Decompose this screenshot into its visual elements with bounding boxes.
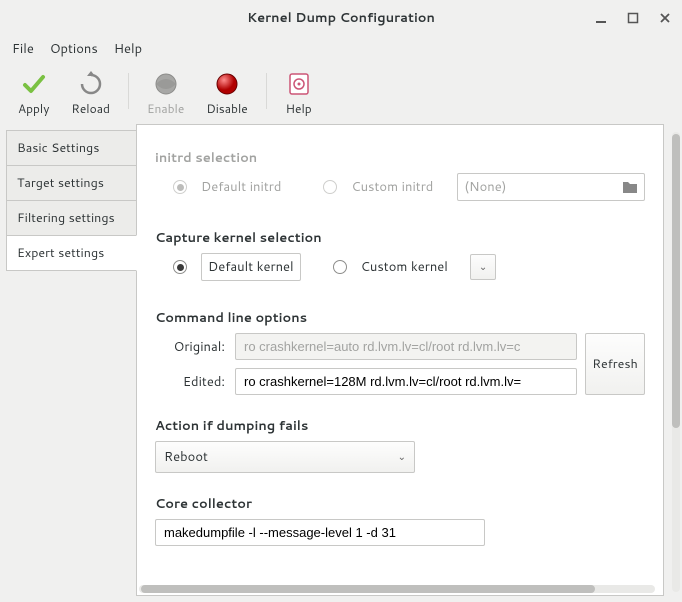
menu-help[interactable]: Help — [114, 40, 142, 58]
apply-button[interactable]: Apply — [10, 65, 57, 117]
minimize-button[interactable] — [592, 9, 610, 27]
menubar: File Options Help — [0, 36, 682, 62]
help-label: Help — [286, 100, 312, 117]
capture-default-label: Default kernel — [201, 253, 301, 281]
window-controls — [592, 0, 674, 36]
scrollbar-thumb[interactable] — [141, 585, 595, 593]
tab-expert-settings[interactable]: Expert settings — [6, 235, 137, 271]
checkmark-icon — [20, 70, 48, 98]
disable-button[interactable]: Disable — [198, 65, 255, 117]
initrd-file-chooser: (None) — [457, 173, 645, 201]
titlebar: Kernel Dump Configuration — [0, 0, 682, 36]
initrd-custom-label: Custom initrd — [351, 178, 433, 196]
cmdline-edited-field[interactable] — [235, 368, 577, 395]
close-button[interactable] — [656, 9, 674, 27]
initrd-row: Default initrd Custom initrd (None) — [155, 173, 645, 201]
scrollbar-thumb[interactable] — [672, 134, 680, 428]
maximize-button[interactable] — [624, 9, 642, 27]
reload-button[interactable]: Reload — [63, 65, 118, 117]
collector-heading: Core collector — [155, 495, 645, 513]
enable-label: Enable — [147, 100, 184, 117]
menu-options[interactable]: Options — [50, 40, 98, 58]
toolbar: Apply Reload Enable Disable Help — [0, 62, 682, 120]
refresh-label: Refresh — [592, 355, 638, 373]
capture-heading: Capture kernel selection — [155, 229, 645, 247]
help-icon — [285, 70, 313, 98]
capture-custom-label: Custom kernel — [361, 258, 448, 276]
enable-button: Enable — [139, 65, 192, 117]
toolbar-separator — [266, 73, 267, 109]
help-button[interactable]: Help — [277, 65, 321, 117]
folder-icon — [622, 180, 638, 194]
reload-icon — [77, 70, 105, 98]
cmdline-heading: Command line options — [155, 309, 645, 327]
toolbar-separator — [128, 73, 129, 109]
action-select[interactable]: Reboot ⌄ — [155, 441, 415, 473]
tab-basic-settings[interactable]: Basic Settings — [6, 130, 136, 166]
reload-label: Reload — [71, 100, 110, 117]
initrd-default-label: Default initrd — [201, 178, 281, 196]
chevron-down-icon: ⌄ — [479, 260, 487, 274]
initrd-heading: initrd selection — [155, 149, 645, 167]
cmdline-original-field — [235, 333, 577, 360]
capture-row: Default kernel Custom kernel ⌄ — [155, 253, 645, 281]
initrd-default-radio — [173, 180, 187, 194]
expert-settings-panel: initrd selection Default initrd Custom i… — [136, 124, 664, 596]
initrd-custom-radio — [323, 180, 337, 194]
refresh-button[interactable]: Refresh — [585, 333, 645, 395]
chevron-down-icon: ⌄ — [398, 450, 406, 464]
disable-icon — [213, 70, 241, 98]
capture-custom-radio[interactable] — [333, 260, 347, 274]
cmdline-original-label: Original: — [155, 338, 225, 356]
tab-target-settings[interactable]: Target settings — [6, 165, 136, 201]
content-area: Basic Settings Target settings Filtering… — [0, 120, 682, 602]
vertical-scrollbar[interactable] — [672, 132, 680, 592]
horizontal-scrollbar[interactable] — [139, 585, 655, 593]
enable-icon — [152, 70, 180, 98]
disable-label: Disable — [206, 100, 247, 117]
cmdline-edited-label: Edited: — [155, 373, 225, 391]
capture-dropdown-button[interactable]: ⌄ — [470, 254, 496, 280]
side-tabs: Basic Settings Target settings Filtering… — [6, 124, 136, 596]
tab-filtering-settings[interactable]: Filtering settings — [6, 200, 136, 236]
action-heading: Action if dumping fails — [155, 417, 645, 435]
action-value: Reboot — [164, 448, 208, 466]
apply-label: Apply — [18, 100, 49, 117]
window-title: Kernel Dump Configuration — [247, 9, 435, 27]
collector-field[interactable] — [155, 519, 485, 546]
menu-file[interactable]: File — [12, 40, 34, 58]
initrd-file-value: (None) — [464, 178, 506, 196]
capture-default-radio[interactable] — [173, 260, 187, 274]
